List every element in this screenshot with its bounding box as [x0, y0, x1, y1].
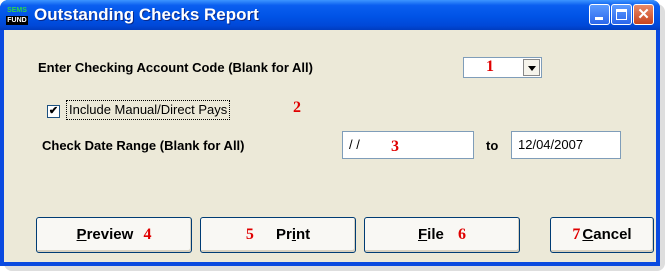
preview-mnemonic: P — [76, 226, 87, 243]
date-to-field[interactable]: 12/04/2007 — [511, 131, 621, 159]
close-button[interactable]: ✕ — [633, 4, 654, 25]
date-from-value: / / — [349, 137, 360, 152]
maximize-icon — [616, 9, 627, 20]
account-code-select[interactable]: 1 — [463, 57, 542, 78]
file-button[interactable]: File 6 — [364, 217, 520, 253]
window-title: Outstanding Checks Report — [34, 5, 259, 24]
print-label-pre: Pr — [275, 226, 292, 243]
minimize-icon — [595, 17, 603, 20]
print-marker: 5 — [245, 226, 254, 243]
title-bar[interactable]: SEMS FUND Outstanding Checks Report ✕ — [0, 0, 660, 30]
file-marker: 6 — [458, 226, 467, 243]
maximize-button[interactable] — [611, 4, 632, 25]
date-from-field[interactable]: / / 3 — [342, 131, 474, 159]
account-code-marker: 1 — [486, 58, 494, 75]
include-manual-label[interactable]: Include Manual/Direct Pays — [66, 100, 231, 120]
account-code-label: Enter Checking Account Code (Blank for A… — [38, 60, 313, 75]
minimize-button[interactable] — [589, 4, 610, 25]
preview-marker: 4 — [143, 226, 152, 243]
cancel-marker: 7 — [572, 226, 581, 243]
include-manual-marker: 2 — [293, 99, 301, 116]
app-icon-top-text: SEMS — [7, 7, 27, 14]
close-icon: ✕ — [637, 6, 650, 23]
app-icon: SEMS FUND — [6, 6, 28, 25]
file-label: ile — [427, 226, 444, 243]
print-label-rest: nt — [296, 226, 311, 243]
cancel-mnemonic: C — [582, 226, 594, 243]
cancel-label: ancel — [593, 226, 632, 243]
cancel-button[interactable]: 7 Cancel — [550, 217, 654, 253]
date-from-marker: 3 — [391, 138, 399, 155]
chevron-down-icon[interactable] — [523, 59, 540, 76]
include-manual-checkbox[interactable]: ✔ — [47, 105, 60, 118]
report-window: SEMS FUND Outstanding Checks Report ✕ En… — [0, 0, 660, 266]
dialog-body: Enter Checking Account Code (Blank for A… — [4, 30, 656, 262]
preview-button[interactable]: Preview 4 — [36, 217, 192, 253]
date-to-value: 12/04/2007 — [518, 137, 584, 152]
print-button[interactable]: 5 Print — [200, 217, 356, 253]
to-label: to — [486, 138, 499, 153]
file-mnemonic: F — [417, 226, 428, 243]
preview-label: review — [86, 226, 134, 243]
date-range-label: Check Date Range (Blank for All) — [42, 138, 245, 153]
app-icon-bottom-text: FUND — [6, 16, 28, 25]
